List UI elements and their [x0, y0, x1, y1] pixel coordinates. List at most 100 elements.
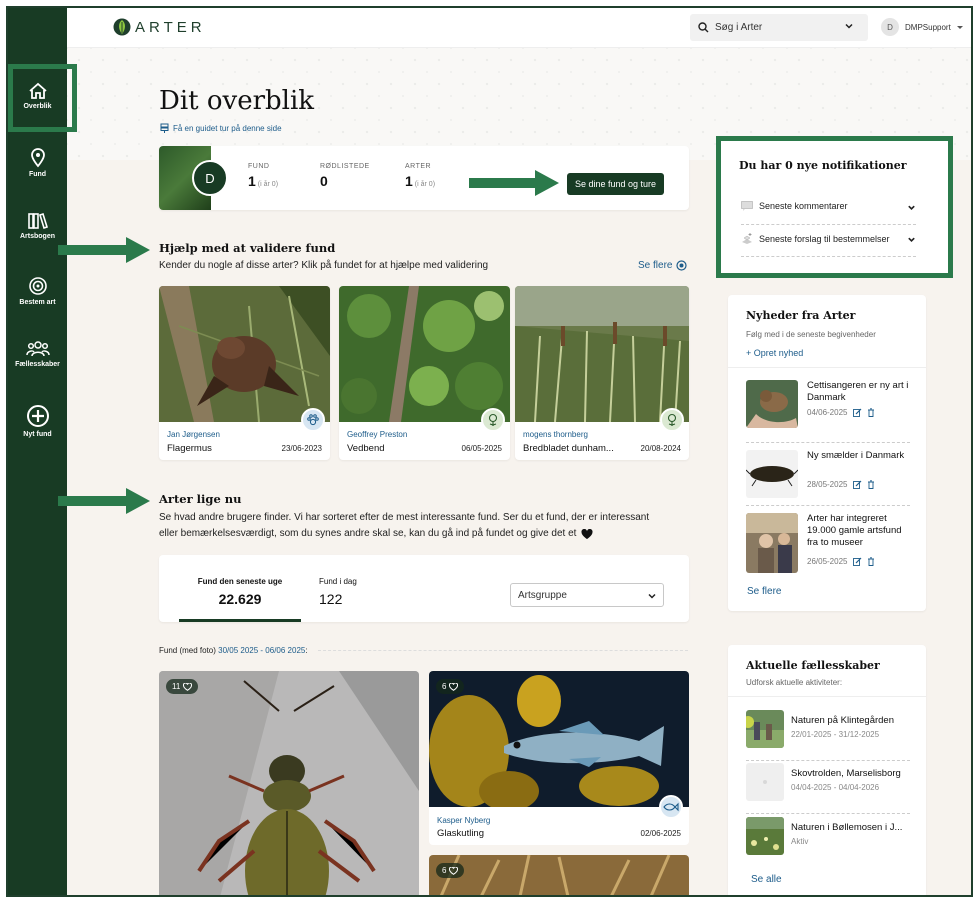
sidebar-item-fund[interactable]: Fund: [8, 148, 67, 178]
sidebar-item-label: Fund: [28, 171, 47, 178]
communities-subtitle: Udforsk aktuelle aktiviteter:: [746, 678, 843, 687]
divider: [728, 367, 926, 368]
annotation-arrow: [58, 237, 150, 263]
card-user[interactable]: mogens thornberg: [523, 430, 588, 439]
news-item-date: 04/06-2025: [807, 408, 875, 417]
like-badge[interactable]: 6: [436, 863, 465, 878]
guided-tour-link[interactable]: Få en guidet tur på denne side: [160, 123, 282, 133]
species-group-select[interactable]: Artsgruppe: [510, 583, 664, 607]
findings-date-range: Fund (med foto) 30/05 2025 - 06/06 2025:: [159, 646, 308, 655]
trending-description-1: Se hvad andre brugere finder. Vi har sor…: [159, 512, 650, 523]
sidebar-item-nyt-fund[interactable]: Nyt fund: [8, 404, 67, 438]
fish-icon: [659, 795, 683, 819]
notifications-title: Du har 0 nye notifikationer: [739, 159, 907, 172]
date-text: 04/06-2025: [807, 408, 848, 417]
search-icon: [698, 22, 709, 33]
like-count: 6: [442, 866, 447, 875]
heart-icon: [581, 528, 593, 539]
target-icon: [28, 277, 47, 295]
edit-icon[interactable]: [853, 480, 862, 489]
heart-outline-icon: [183, 682, 193, 691]
validate-description: Kender du nogle af disse arter? Klik på …: [159, 260, 489, 271]
plant-icon: [481, 408, 505, 432]
stat-fund: FUND 1 (i år 0): [248, 163, 278, 189]
chevron-down-icon: [908, 237, 915, 242]
trending-heading: Arter lige nu: [159, 492, 242, 506]
see-more-label: Se flere: [638, 260, 673, 271]
news-item[interactable]: Arter har integreret 19.000 gamle artsfu…: [746, 513, 910, 573]
divider: [728, 696, 926, 697]
grass-photo: [429, 855, 689, 895]
card-user[interactable]: Geoffrey Preston: [347, 430, 407, 439]
sidebar-item-artsbogen[interactable]: Artsbogen: [8, 212, 67, 240]
create-news-link[interactable]: + Opret nyhed: [746, 348, 803, 358]
card-date: 23/06-2023: [281, 444, 322, 453]
community-item[interactable]: Naturen i Bøllemosen i J... Aktiv: [746, 817, 916, 857]
stat-arter: ARTER 1 (i år 0): [405, 163, 435, 189]
card-date: 02/06-2025: [640, 829, 681, 838]
trash-icon[interactable]: [867, 480, 875, 489]
like-badge[interactable]: 6: [436, 679, 465, 694]
validate-card[interactable]: Geoffrey Preston Vedbend 06/05-2025: [339, 286, 510, 460]
sidebar-item-label: Fællesskaber: [15, 361, 60, 368]
sidebar-item-bestem-art[interactable]: Bestem art: [8, 276, 67, 306]
profile-avatar[interactable]: D: [192, 160, 228, 196]
divider: [318, 650, 688, 651]
card-species: Glaskutling: [437, 828, 484, 839]
active-tab-underline: [179, 619, 301, 622]
finding-card[interactable]: 6: [429, 855, 689, 895]
accordion-latest-suggestions[interactable]: Seneste forslag til bestemmelser: [741, 233, 916, 244]
bat-photo: [159, 286, 330, 422]
select-value: Artsgruppe: [518, 589, 567, 601]
avatar: D: [881, 18, 899, 36]
trash-icon[interactable]: [867, 557, 875, 566]
community-title: Naturen i Bøllemosen i J...: [791, 822, 903, 833]
like-count: 6: [442, 682, 447, 691]
card-user[interactable]: Jan Jørgensen: [167, 430, 220, 439]
beetle-photo: [159, 671, 419, 895]
finding-card-beetle[interactable]: 11: [159, 671, 419, 895]
community-date: Aktiv: [791, 837, 809, 846]
like-badge[interactable]: 11: [166, 679, 199, 694]
edit-icon[interactable]: [853, 408, 862, 417]
divider: [746, 442, 910, 443]
community-image: [746, 710, 784, 748]
edit-icon[interactable]: [853, 557, 862, 566]
finding-card-fish[interactable]: 6 Kasper Nyberg Glaskutling 02/06-2025: [429, 671, 689, 845]
news-see-more-link[interactable]: Se flere: [747, 586, 781, 597]
communities-see-all-link[interactable]: Se alle: [751, 874, 782, 885]
card-species: Vedbend: [347, 443, 385, 454]
arter-logo[interactable]: ARTER: [113, 17, 206, 37]
validate-see-more-link[interactable]: Se flere: [638, 260, 688, 271]
user-name: DMPSupport: [905, 22, 951, 32]
news-image-bird: [746, 380, 798, 428]
community-date: 22/01-2025 - 31/12-2025: [791, 730, 880, 739]
validate-card[interactable]: mogens thornberg Bredbladet dunham... 20…: [515, 286, 689, 460]
map-pin-icon: [30, 148, 45, 168]
news-item[interactable]: Ny smælder i Danmark 28/05-2025: [746, 450, 910, 500]
user-menu[interactable]: D DMPSupport: [881, 18, 964, 36]
accordion-latest-comments[interactable]: Seneste kommentarer: [741, 201, 916, 211]
tab-week[interactable]: Fund den seneste uge 22.629: [179, 577, 301, 607]
news-item-date: 28/05-2025: [807, 480, 875, 489]
ivy-photo: [339, 286, 510, 422]
see-findings-button[interactable]: Se dine fund og ture: [567, 173, 665, 195]
date-text: 28/05-2025: [807, 480, 848, 489]
tab-today[interactable]: Fund i dag 122: [319, 577, 379, 607]
divider: [746, 813, 910, 814]
news-item-title: Arter har integreret 19.000 gamle artsfu…: [807, 513, 902, 548]
trending-description-text: eller bemærkelsesværdigt, som du synes a…: [159, 528, 577, 539]
trash-icon[interactable]: [867, 408, 875, 417]
sidebar-item-faellesskaber[interactable]: Fællesskaber: [8, 340, 67, 368]
search-input[interactable]: Søg i Arter: [690, 14, 868, 41]
range-dates[interactable]: 30/05 2025 - 06/06 2025: [218, 646, 305, 655]
reed-photo: [515, 286, 689, 422]
news-item[interactable]: Cettisangeren er ny art i Danmark 04/06-…: [746, 380, 910, 430]
community-item[interactable]: Skovtrolden, Marselisborg 04/04-2025 - 0…: [746, 763, 916, 803]
stat-sub: (i år 0): [257, 181, 279, 188]
validate-card[interactable]: Jan Jørgensen Flagermus 23/06-2023: [159, 286, 330, 460]
community-item[interactable]: Naturen på Klintegården 22/01-2025 - 31/…: [746, 710, 916, 750]
annotation-arrow: [58, 488, 150, 514]
divider: [741, 256, 916, 257]
card-user[interactable]: Kasper Nyberg: [437, 816, 490, 825]
